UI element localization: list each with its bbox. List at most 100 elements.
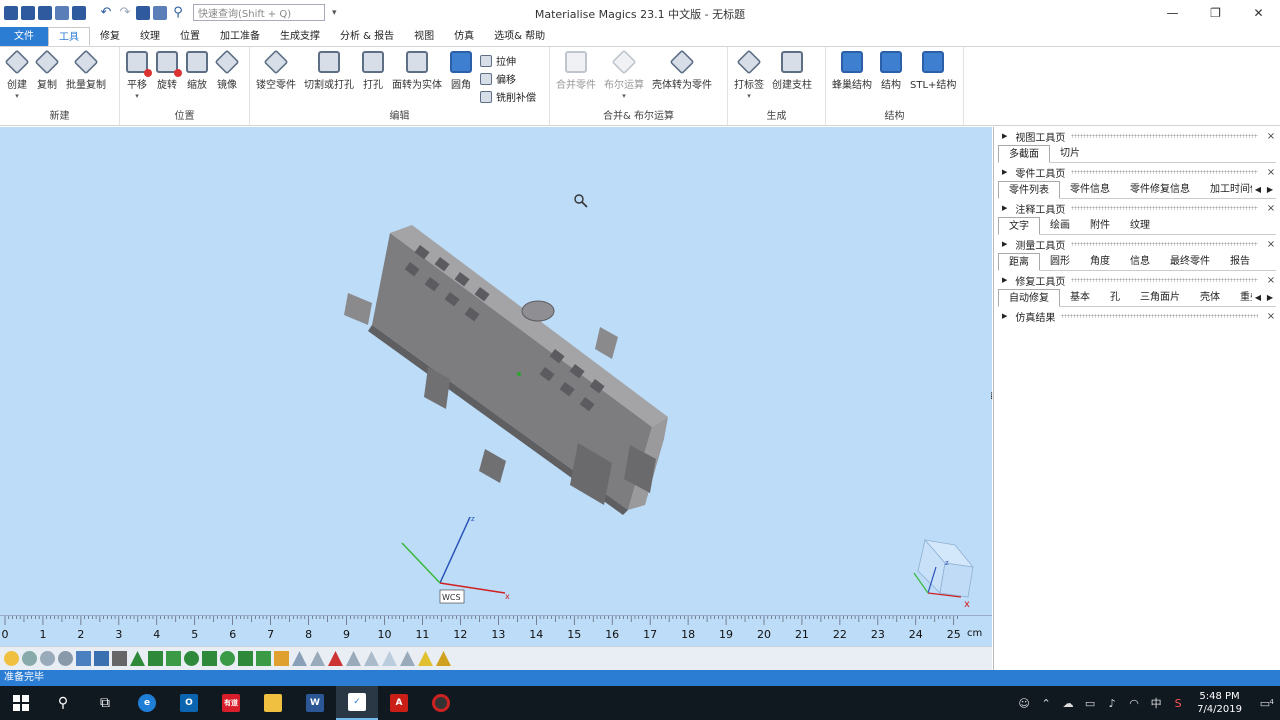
tab-position[interactable]: 位置	[170, 27, 210, 46]
tool-page-tab[interactable]: 零件修复信息	[1120, 181, 1200, 198]
close-icon[interactable]: ×	[1264, 203, 1278, 214]
hollow-button[interactable]: 镂空零件	[252, 49, 300, 91]
shrink-mark-icon[interactable]	[400, 651, 415, 666]
tool-page-tab[interactable]: 孔	[1100, 289, 1130, 306]
explorer-app[interactable]	[252, 686, 294, 720]
save-project-icon[interactable]	[55, 5, 69, 20]
qa-dropdown-icon[interactable]: ▾	[332, 8, 337, 18]
chevron-up-icon[interactable]: ⌃	[1035, 697, 1057, 710]
create-support-button[interactable]: 创建支柱	[768, 51, 816, 91]
surface-select-icon[interactable]	[148, 651, 163, 666]
tool-page-tab[interactable]: 切片	[1050, 145, 1090, 162]
merge-button[interactable]: 合并零件	[552, 51, 600, 91]
notification-icon[interactable]: ▭ 4	[1250, 697, 1280, 710]
ime-indicator[interactable]: 中	[1145, 695, 1167, 711]
arrow-left-icon[interactable]: ◀	[1252, 181, 1264, 198]
fillet-button[interactable]: 圆角	[446, 51, 476, 91]
tool-page-tab[interactable]: 零件列表	[998, 181, 1060, 199]
new-file-icon[interactable]	[4, 5, 18, 20]
scale-button[interactable]: 缩放	[182, 51, 212, 91]
structure-button[interactable]: 结构	[876, 51, 906, 91]
task-view-button[interactable]: ⧉	[84, 686, 126, 720]
tool-page-header[interactable]: ▶ 测量工具页 ×	[994, 235, 1280, 253]
arrow-right-icon[interactable]: ▶	[1264, 181, 1276, 198]
expand-triangle-icon[interactable]: ▶	[1002, 204, 1007, 212]
unmark-all-icon[interactable]	[346, 651, 361, 666]
part-view-icon[interactable]	[136, 5, 150, 20]
arrow-right-icon[interactable]: ▶	[1264, 289, 1276, 306]
label-tool-button[interactable]: 打标签 ▾	[730, 49, 768, 100]
invert-mark-icon[interactable]	[364, 651, 379, 666]
magics-app[interactable]: ✓	[336, 686, 378, 720]
tab-file[interactable]: 文件	[0, 27, 48, 46]
view-front-icon[interactable]	[76, 651, 91, 666]
undo-icon[interactable]: ↶	[98, 5, 114, 20]
tool-page-tab[interactable]: 角度	[1080, 253, 1120, 270]
tool-page-tab[interactable]: 文字	[998, 217, 1040, 235]
edge-app[interactable]: e	[126, 686, 168, 720]
brush-select-icon[interactable]	[238, 651, 253, 666]
expand-triangle-icon[interactable]: ▶	[1002, 168, 1007, 176]
restore-button[interactable]: ❐	[1194, 0, 1237, 25]
punch-button[interactable]: 打孔	[358, 51, 388, 91]
rotate-button[interactable]: 旋转	[152, 51, 182, 91]
copy-view-icon[interactable]	[153, 5, 167, 20]
expand-triangle-icon[interactable]: ▶	[1002, 240, 1007, 248]
sphere-select-icon[interactable]	[184, 651, 199, 666]
3d-viewport[interactable]: z x WCS z x	[0, 127, 992, 615]
close-button[interactable]: ✕	[1237, 0, 1280, 25]
mark-triangle-icon[interactable]	[292, 651, 307, 666]
export-icon[interactable]	[72, 5, 86, 20]
wifi-icon[interactable]: ◠	[1123, 697, 1145, 710]
clock[interactable]: 5:48 PM 7/4/2019	[1189, 690, 1250, 716]
tool-page-tab[interactable]: 报告	[1220, 253, 1260, 270]
boolean-button[interactable]: 布尔运算 ▾	[600, 49, 648, 100]
expand-triangle-icon[interactable]: ▶	[1002, 312, 1007, 320]
tool-page-tab[interactable]: 零件信息	[1060, 181, 1120, 198]
triangle-select-icon[interactable]	[130, 651, 145, 666]
tool-page-tab[interactable]: 基本	[1060, 289, 1100, 306]
tool-page-header[interactable]: ▶ 零件工具页 ×	[994, 163, 1280, 181]
zoom-fit-icon[interactable]	[58, 651, 73, 666]
honeycomb-button[interactable]: 蜂巢结构	[828, 51, 876, 91]
tool-page-header[interactable]: ▶ 注释工具页 ×	[994, 199, 1280, 217]
batch-copy-button[interactable]: 批量复制	[62, 49, 110, 91]
onedrive-icon[interactable]: ☁	[1057, 697, 1079, 710]
panel-splitter-icon[interactable]: ⁞	[990, 391, 993, 402]
mill-comp-button[interactable]: 铣削补偿	[480, 89, 536, 104]
tab-texture[interactable]: 纹理	[130, 27, 170, 46]
tab-tools[interactable]: 工具	[48, 27, 90, 46]
mark-shell-icon[interactable]	[418, 651, 433, 666]
close-icon[interactable]: ×	[1264, 275, 1278, 286]
view-cube[interactable]: z x	[913, 539, 974, 610]
cut-button[interactable]: 切割或打孔	[300, 51, 358, 91]
shading-icon[interactable]	[112, 651, 127, 666]
redo-icon[interactable]: ↷	[117, 5, 133, 20]
save-icon[interactable]	[21, 5, 35, 20]
tool-page-tab[interactable]: 绘画	[1040, 217, 1080, 234]
acrobat-app[interactable]: A	[378, 686, 420, 720]
copy-button[interactable]: 复制	[32, 49, 62, 91]
zoom-icon[interactable]	[4, 651, 19, 666]
expand-mark-icon[interactable]	[382, 651, 397, 666]
mark-noise-icon[interactable]	[436, 651, 451, 666]
close-icon[interactable]: ×	[1264, 167, 1278, 178]
save-as-icon[interactable]	[38, 5, 52, 20]
plane-select-icon[interactable]	[256, 651, 271, 666]
pan-icon[interactable]	[40, 651, 55, 666]
search-button[interactable]: ⚲	[42, 686, 84, 720]
tab-options[interactable]: 选项& 帮助	[484, 27, 555, 46]
people-icon[interactable]: ☺	[1013, 697, 1035, 710]
outlook-app[interactable]: O	[168, 686, 210, 720]
tool-page-tab[interactable]: 信息	[1120, 253, 1160, 270]
volume-icon[interactable]: ♪	[1101, 697, 1123, 710]
extrude-button[interactable]: 拉伸	[480, 53, 536, 68]
shell-to-part-button[interactable]: 壳体转为零件	[648, 49, 716, 91]
tool-page-tab[interactable]: 纹理	[1120, 217, 1160, 234]
tool-page-tab[interactable]: 壳体	[1190, 289, 1230, 306]
offset-button[interactable]: 偏移	[480, 71, 536, 86]
zoom-window-icon[interactable]	[22, 651, 37, 666]
tool-page-header[interactable]: ▶ 修复工具页 ×	[994, 271, 1280, 289]
recorder-app[interactable]	[420, 686, 462, 720]
tool-page-header[interactable]: ▶ 仿真结果 ×	[994, 307, 1280, 325]
